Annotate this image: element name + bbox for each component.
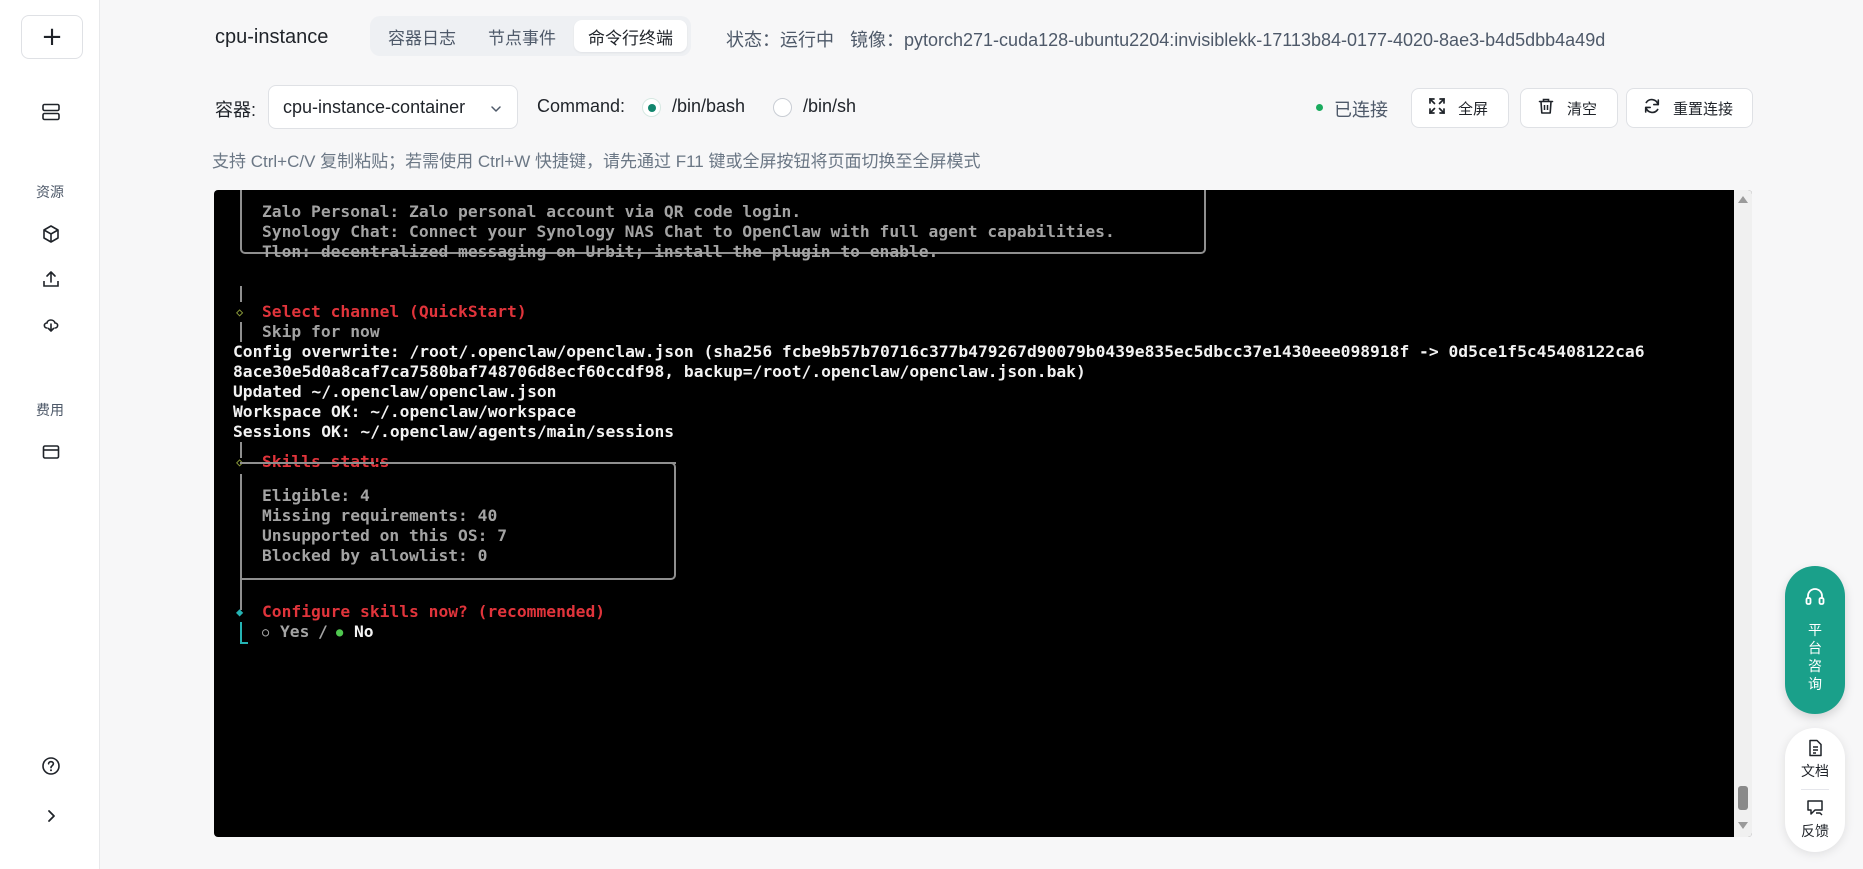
feedback-label: 反馈 bbox=[1801, 823, 1829, 839]
terminal-line: Workspace OK: ~/.openclaw/workspace bbox=[233, 402, 577, 421]
shortcut-hint: 支持 Ctrl+C/V 复制粘贴；若需使用 Ctrl+W 快捷键，请先通过 F1… bbox=[212, 152, 981, 171]
terminal-tree-end bbox=[240, 642, 248, 644]
docs-button[interactable]: 文档 bbox=[1801, 738, 1829, 781]
side-tools: 文档 反馈 bbox=[1785, 728, 1845, 852]
chevron-down-icon bbox=[489, 100, 503, 121]
terminal-output: Zalo Personal: Zalo personal account via… bbox=[214, 190, 1734, 837]
reconnect-label: 重置连接 bbox=[1673, 100, 1734, 118]
connection-dot bbox=[1316, 104, 1323, 111]
docs-label: 文档 bbox=[1801, 763, 1829, 779]
terminal-line: Configure skills now? (recommended) bbox=[262, 602, 606, 621]
help-icon[interactable] bbox=[38, 753, 64, 779]
terminal-line: Config overwrite: /root/.openclaw/opencl… bbox=[233, 342, 1645, 361]
document-icon bbox=[1805, 738, 1825, 761]
scroll-up-icon[interactable] bbox=[1738, 196, 1748, 203]
skills-title-rule bbox=[380, 462, 676, 464]
container-label: 容器: bbox=[215, 100, 257, 120]
command-label: Command: bbox=[537, 96, 626, 116]
tab-container-logs[interactable]: 容器日志 bbox=[374, 20, 470, 52]
diamond-filled-icon: ◆ bbox=[236, 605, 244, 619]
consult-button[interactable]: 平台咨询 bbox=[1785, 566, 1845, 714]
upload-icon[interactable] bbox=[38, 266, 64, 292]
terminal[interactable]: Zalo Personal: Zalo personal account via… bbox=[214, 190, 1752, 837]
tools-divider bbox=[1801, 789, 1829, 790]
status-text: 状态：运行中 bbox=[726, 30, 834, 50]
container-select-value: cpu-instance-container bbox=[283, 96, 466, 117]
left-rail: + 资源 费用 bbox=[0, 0, 100, 869]
fullscreen-label: 全屏 bbox=[1458, 100, 1489, 118]
clear-button[interactable]: 清空 bbox=[1520, 88, 1618, 128]
tab-terminal[interactable]: 命令行终端 bbox=[574, 20, 687, 52]
terminal-line: Unsupported on this OS: 7 bbox=[262, 526, 508, 545]
terminal-tree-line bbox=[240, 286, 242, 302]
terminal-line: Tlon: decentralized messaging on Urbit; … bbox=[262, 242, 939, 261]
reconnect-button[interactable]: 重置连接 bbox=[1626, 88, 1753, 128]
tab-bar: 容器日志 节点事件 命令行终端 bbox=[370, 16, 691, 56]
tab-node-events[interactable]: 节点事件 bbox=[474, 20, 570, 52]
server-icon[interactable] bbox=[38, 99, 64, 125]
headset-icon bbox=[1804, 586, 1826, 613]
radio-bash[interactable] bbox=[642, 98, 661, 117]
section-billing-label: 费用 bbox=[36, 402, 64, 418]
terminal-line: Zalo Personal: Zalo personal account via… bbox=[262, 202, 802, 221]
expand-chevron-icon[interactable] bbox=[38, 803, 64, 829]
clear-label: 清空 bbox=[1567, 100, 1598, 118]
trash-icon bbox=[1537, 97, 1555, 119]
plus-icon: + bbox=[41, 22, 63, 52]
terminal-line: Sessions OK: ~/.openclaw/agents/main/ses… bbox=[233, 422, 675, 441]
scroll-thumb[interactable] bbox=[1738, 786, 1748, 810]
terminal-line: Skip for now bbox=[262, 322, 380, 341]
feedback-icon bbox=[1805, 798, 1825, 821]
card-icon[interactable] bbox=[38, 439, 64, 465]
terminal-tree-line bbox=[240, 474, 242, 580]
diamond-icon: ◇ bbox=[236, 305, 244, 319]
section-resources-label: 资源 bbox=[36, 184, 64, 200]
refresh-icon bbox=[1643, 97, 1661, 119]
page-title: cpu-instance bbox=[215, 26, 329, 48]
terminal-line: 8ace30e5d0a8caf7ca7580baf748706d8ecf60cc… bbox=[233, 362, 1086, 381]
radio-empty-icon: ○ bbox=[262, 625, 270, 639]
cloud-download-icon[interactable] bbox=[38, 311, 64, 337]
terminal-line: Updated ~/.openclaw/openclaw.json bbox=[233, 382, 557, 401]
terminal-line: Select channel (QuickStart) bbox=[262, 302, 527, 321]
terminal-line: Blocked by allowlist: 0 bbox=[262, 546, 488, 565]
consult-label: 平台咨询 bbox=[1808, 622, 1822, 692]
scroll-down-icon[interactable] bbox=[1738, 822, 1748, 829]
terminal-tree-line-active bbox=[240, 622, 242, 644]
cube-icon[interactable] bbox=[38, 221, 64, 247]
fullscreen-icon bbox=[1428, 97, 1446, 119]
terminal-line: Synology Chat: Connect your Synology NAS… bbox=[262, 222, 1115, 241]
image-text: 镜像：pytorch271-cuda128-ubuntu2204:invisib… bbox=[850, 30, 1606, 50]
terminal-option-slash: / bbox=[318, 622, 328, 641]
add-button[interactable]: + bbox=[21, 15, 83, 59]
container-select[interactable]: cpu-instance-container bbox=[268, 85, 518, 129]
terminal-option-no: No bbox=[354, 622, 374, 641]
radio-sh-label[interactable]: /bin/sh bbox=[803, 96, 856, 117]
connection-status: 已连接 bbox=[1334, 100, 1388, 120]
terminal-line: Missing requirements: 40 bbox=[262, 506, 498, 525]
app-root: + 资源 费用 cpu-instance 容器日志 节点事件 命令行终端 状态：… bbox=[0, 0, 1863, 869]
terminal-scrollbar[interactable] bbox=[1734, 190, 1752, 837]
radio-bash-label[interactable]: /bin/bash bbox=[672, 96, 745, 117]
radio-filled-icon: ● bbox=[336, 625, 344, 639]
fullscreen-button[interactable]: 全屏 bbox=[1411, 88, 1509, 128]
feedback-button[interactable]: 反馈 bbox=[1801, 798, 1829, 841]
terminal-tree-line bbox=[240, 322, 242, 342]
terminal-option-yes: Yes bbox=[280, 622, 310, 641]
terminal-line: Eligible: 4 bbox=[262, 486, 370, 505]
radio-sh[interactable] bbox=[773, 98, 792, 117]
